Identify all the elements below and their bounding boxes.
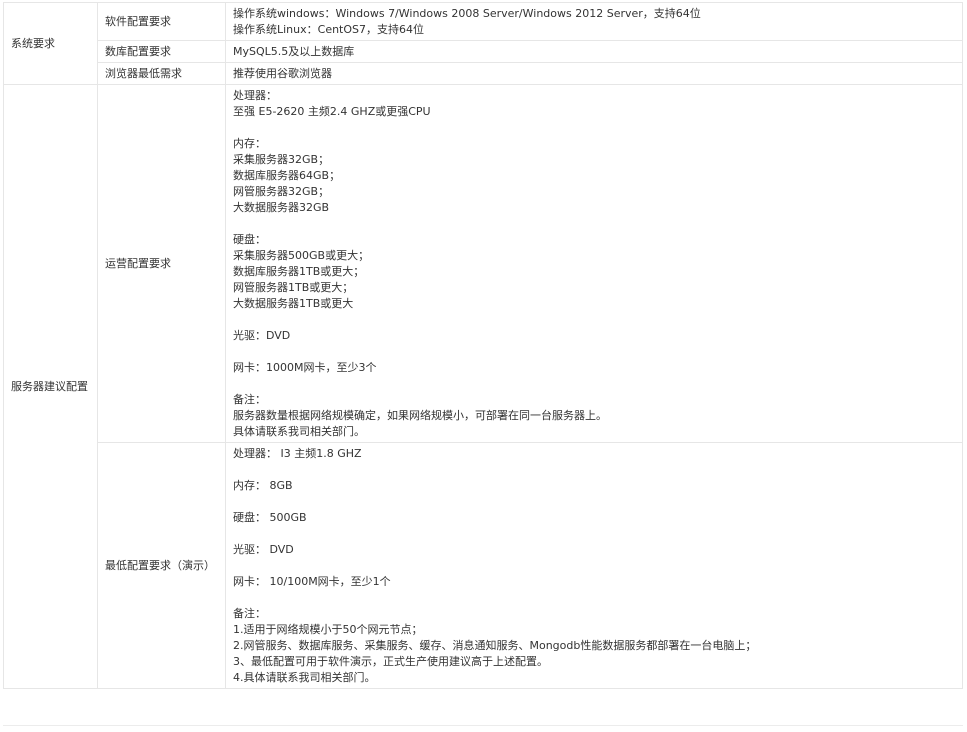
value-line: 硬盘： bbox=[233, 233, 266, 246]
value-cell-minimum: 处理器： I3 主频1.8 GHZ 内存： 8GB 硬盘： 500GB 光驱： DVD… bbox=[225, 442, 963, 689]
value-line: 采集服务器500GB或更大； bbox=[233, 249, 370, 262]
label-cell-production: 运营配置要求 bbox=[97, 84, 226, 443]
label-cell-database: 数库配置要求 bbox=[97, 40, 226, 63]
value-line: 网卡：1000M网卡，至少3个 bbox=[233, 361, 377, 374]
value-line: 操作系统Linux：CentOS7，支持64位 bbox=[233, 23, 425, 36]
group-cell-server-config: 服务器建议配置 bbox=[3, 84, 98, 689]
value-line: 内存： bbox=[233, 137, 266, 150]
value-line: 3、最低配置可用于软件演示，正式生产使用建议高于上述配置。 bbox=[233, 655, 548, 668]
table-row: 浏览器最低需求 推荐使用谷歌浏览器 bbox=[4, 62, 963, 85]
table-row: 服务器建议配置 运营配置要求 处理器： 至强 E5-2620 主频2.4 GHZ或… bbox=[3, 84, 963, 689]
value-line bbox=[233, 526, 955, 542]
value-line: 数据库服务器1TB或更大； bbox=[233, 265, 365, 278]
group-cell-system-requirements: 系统要求 bbox=[3, 2, 98, 85]
value-line: 硬盘： 500GB bbox=[233, 511, 307, 524]
label-cell-software: 软件配置要求 bbox=[97, 2, 226, 41]
value-line bbox=[233, 120, 955, 136]
value-line bbox=[233, 312, 955, 328]
value-line: 1.适用于网络规模小于50个网元节点； bbox=[233, 623, 423, 636]
value-line bbox=[233, 494, 955, 510]
requirements-table: 系统要求 软件配置要求 操作系统windows：Windows 7/Window… bbox=[3, 2, 963, 689]
value-line: 光驱： DVD bbox=[233, 543, 294, 556]
value-cell-database: MySQL5.5及以上数据库 bbox=[225, 40, 963, 63]
value-line: 2.网管服务、数据库服务、采集服务、缓存、消息通知服务、Mongodb性能数据服… bbox=[233, 639, 757, 652]
value-line: 推荐使用谷歌浏览器 bbox=[233, 67, 332, 80]
value-line: 具体请联系我司相关部门。 bbox=[233, 425, 365, 438]
value-line: 处理器： bbox=[233, 89, 277, 102]
value-line bbox=[233, 216, 955, 232]
table-row: 最低配置要求（演示） 处理器： I3 主频1.8 GHZ 内存： 8GB 硬盘： 5… bbox=[4, 442, 963, 689]
value-line bbox=[233, 558, 955, 574]
value-line: 网管服务器1TB或更大； bbox=[233, 281, 354, 294]
table-row: 数库配置要求 MySQL5.5及以上数据库 bbox=[4, 40, 963, 63]
value-line bbox=[233, 462, 955, 478]
value-line: 网卡： 10/100M网卡，至少1个 bbox=[233, 575, 391, 588]
value-line bbox=[233, 344, 955, 360]
value-line: MySQL5.5及以上数据库 bbox=[233, 45, 355, 58]
label-cell-browser: 浏览器最低需求 bbox=[97, 62, 226, 85]
value-line: 采集服务器32GB； bbox=[233, 153, 330, 166]
value-cell-browser: 推荐使用谷歌浏览器 bbox=[225, 62, 963, 85]
value-line: 网管服务器32GB； bbox=[233, 185, 330, 198]
value-line: 大数据服务器1TB或更大 bbox=[233, 297, 354, 310]
value-line: 光驱：DVD bbox=[233, 329, 291, 342]
table-row: 系统要求 软件配置要求 操作系统windows：Windows 7/Window… bbox=[3, 2, 963, 85]
value-line: 内存： 8GB bbox=[233, 479, 293, 492]
value-line: 备注： bbox=[233, 393, 266, 406]
value-line: 服务器数量根据网络规模确定，如果网络规模小，可部署在同一台服务器上。 bbox=[233, 409, 607, 422]
label-cell-minimum: 最低配置要求（演示） bbox=[97, 442, 226, 689]
value-line: 处理器： I3 主频1.8 GHZ bbox=[233, 447, 362, 460]
divider bbox=[3, 725, 963, 726]
value-cell-software: 操作系统windows：Windows 7/Windows 2008 Serve… bbox=[225, 2, 963, 41]
value-line: 操作系统windows：Windows 7/Windows 2008 Serve… bbox=[233, 7, 701, 20]
value-line bbox=[233, 376, 955, 392]
value-line bbox=[233, 590, 955, 606]
value-line: 数据库服务器64GB； bbox=[233, 169, 341, 182]
value-line: 备注： bbox=[233, 607, 266, 620]
value-line: 4.具体请联系我司相关部门。 bbox=[233, 671, 376, 684]
value-line: 大数据服务器32GB bbox=[233, 201, 330, 214]
value-cell-production: 处理器： 至强 E5-2620 主频2.4 GHZ或更强CPU 内存： 采集服务器32… bbox=[225, 84, 963, 443]
value-line: 至强 E5-2620 主频2.4 GHZ或更强CPU bbox=[233, 105, 431, 118]
